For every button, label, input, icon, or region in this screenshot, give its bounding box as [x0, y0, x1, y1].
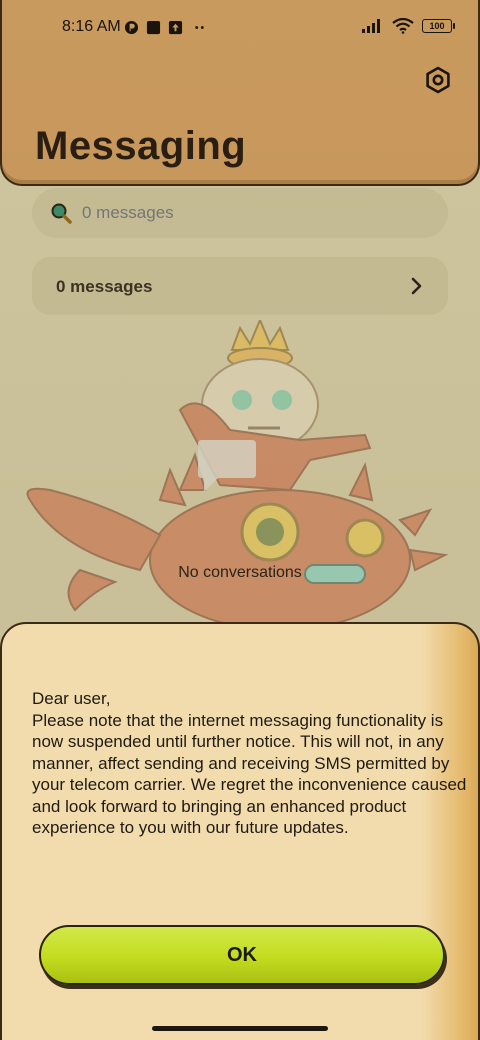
upload-notification-icon	[168, 20, 183, 35]
messages-row[interactable]: 0 messages	[32, 257, 448, 315]
chevron-right-icon	[411, 277, 422, 295]
search-icon	[51, 203, 72, 224]
battery-icon: 100	[422, 19, 455, 33]
notice-dialog: Dear user, Please note that the internet…	[0, 622, 480, 1040]
square-notification-icon	[146, 20, 161, 35]
gear-icon[interactable]	[424, 66, 452, 94]
page-title: Messaging	[35, 124, 247, 168]
ok-button[interactable]: OK	[39, 925, 445, 985]
dialog-message: Dear user, Please note that the internet…	[32, 689, 467, 837]
status-indicators: 100	[362, 18, 455, 34]
app-header: 8:16 AM 100 Messaging	[0, 0, 480, 186]
wifi-icon	[392, 18, 414, 34]
empty-state-text: No conversations	[178, 564, 302, 581]
status-bar: 8:16 AM 100	[2, 12, 480, 44]
chat-bubble-icon	[198, 440, 256, 492]
screen: 8:16 AM 100 Messaging 0 messages 0 messa…	[0, 0, 480, 1040]
home-indicator[interactable]	[152, 1026, 328, 1031]
messages-row-label: 0 messages	[56, 277, 153, 296]
search-bar[interactable]	[32, 188, 448, 238]
search-input[interactable]	[82, 188, 422, 238]
signal-icon	[362, 19, 380, 33]
status-time: 8:16 AM	[62, 18, 121, 35]
more-notifications-icon	[195, 26, 204, 29]
app-notification-icon	[124, 20, 139, 35]
